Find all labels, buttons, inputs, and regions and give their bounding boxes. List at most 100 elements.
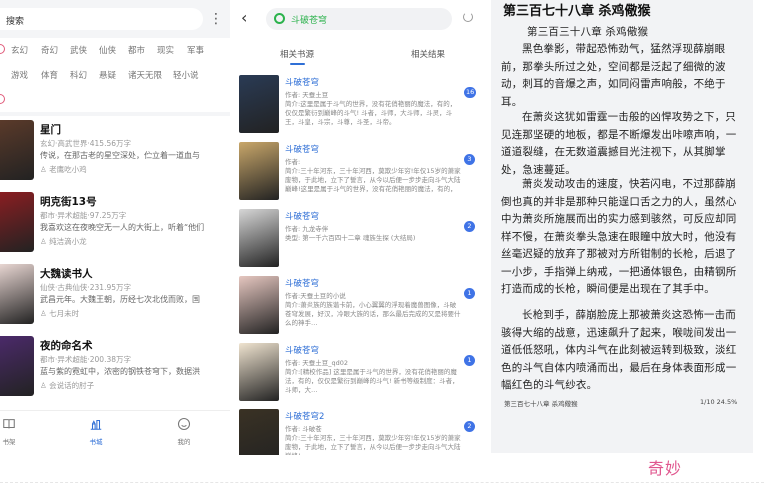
book-meta: 仙侠·古典仙侠·231.95万字 [40, 283, 132, 292]
search-result[interactable]: 斗破苍穹 作者: 简介:三十年河东，三十年河西，莫欺少年穷!年仅15岁的萧家废物… [233, 142, 485, 208]
book-author: ♙ 老鹰吃小鸡 [40, 165, 87, 174]
search-result[interactable]: 斗破苍穹2 作者: 斗破苍 简介:三十年河东，三十年河西，莫欺少年穷!年仅15岁… [233, 409, 485, 455]
book-list: 星门 玄幻·高武世界·415.56万字 传说，在那古老的星空深处，伫立着一道血与… [0, 116, 230, 410]
category-item[interactable]: 游戏 [11, 69, 28, 81]
book-author: ♙ 会说话的肘子 [40, 381, 95, 390]
nav-label: 书架 [2, 438, 16, 446]
category-item[interactable]: 奇幻 [41, 44, 58, 56]
author-name: 老鹰吃小鸡 [49, 165, 87, 174]
search-result[interactable]: 斗破苍穹 作者: 九龙寺伴 类型: 第一千六百四十二章 魂族生探 (大结局) 2 [233, 209, 485, 275]
more-menu-icon[interactable]: ⋮ [209, 9, 223, 29]
result-title: 斗破苍穹2 [285, 412, 325, 422]
book-cover [239, 343, 279, 401]
category-item[interactable]: 诸天无限 [128, 69, 162, 81]
book-desc: 蓝与紫的霓虹中，浓密的钢铁苍穹下，数据洪 [40, 367, 200, 376]
book-cover [239, 276, 279, 334]
book-cover [0, 264, 34, 324]
category-item[interactable]: 玄幻 [11, 44, 28, 56]
search-query: 斗破苍穹 [291, 16, 328, 26]
category-item[interactable]: 现实 [157, 44, 174, 56]
refresh-icon[interactable] [463, 12, 473, 22]
result-author: 作者: 天蚕土豆_qd02 [285, 359, 349, 367]
book-title: 夜的命名术 [40, 340, 93, 352]
result-author: 作者: 斗破苍 [285, 425, 322, 433]
smile-icon [177, 417, 191, 431]
category-item[interactable]: 仙侠 [99, 44, 116, 56]
nav-bookshelf[interactable]: 书架 [0, 417, 24, 446]
book-author: ♙ 纯洁滴小龙 [40, 237, 87, 246]
search-result[interactable]: 斗破苍穹 作者: 天蚕土豆 简介:这里是属于斗气的世界，没有花俏艳丽的魔法，有的… [233, 75, 485, 141]
circle-icon [0, 44, 5, 54]
result-title: 斗破苍穹 [285, 78, 320, 88]
nav-profile[interactable]: 我的 [169, 417, 199, 446]
category-item[interactable]: 悬疑 [99, 69, 116, 81]
nav-bookstore[interactable]: 书城 [81, 417, 111, 446]
result-desc: 简介:[精校作品] 这里是属于斗气的世界，没有花俏艳丽的魔法，有的，仅仅是繁衍到… [285, 368, 459, 394]
footer-chapter: 第三百七十八章 杀鸡儆猴 [504, 400, 578, 408]
bottom-nav: 书架 书城 我的 [0, 410, 230, 455]
category-item[interactable]: 军事 [187, 44, 204, 56]
book-meta: 都市·异术超能·97.25万字 [40, 211, 127, 220]
result-desc: 简介:三十年河东，三十年河西，莫欺少年穷!年仅15岁的萧家废物，于此地，立下了誓… [285, 434, 461, 455]
book-desc: 武昌元年。大魏王朝，历经七次北伐而败，国 [40, 295, 200, 304]
search-icon [274, 13, 285, 24]
book-cover [239, 409, 279, 455]
chapter-subtitle: 第三百三十八章 杀鸡儆猴 [527, 26, 649, 38]
result-title: 斗破苍穹 [285, 279, 320, 289]
category-item[interactable]: 都市 [128, 44, 145, 56]
source-count-badge: 16 [464, 87, 477, 98]
book-cover [239, 209, 279, 267]
result-author: 作者: 九龙寺伴 [285, 225, 329, 233]
book-title: 明克街13号 [40, 196, 97, 208]
book-cover [239, 75, 279, 133]
book-icon [3, 419, 15, 429]
author-name: 会说话的肘子 [49, 381, 95, 390]
source-count-badge: 2 [464, 221, 475, 232]
category-item[interactable]: 武侠 [70, 44, 87, 56]
result-title: 斗破苍穹 [285, 212, 320, 222]
result-author: 作者: [285, 158, 301, 166]
category-item[interactable]: 科幻 [70, 69, 87, 81]
search-result[interactable]: 斗破苍穹 作者: 天蚕土豆_qd02 简介:[精校作品] 这里是属于斗气的世界，… [233, 343, 485, 409]
source-count-badge: 3 [464, 154, 475, 165]
book-meta: 都市·异术超能·200.38万字 [40, 355, 132, 364]
text-paragraph: 萧炎发动攻击的速度，快若闪电，不过那薛崩倒也真的并非是那种只能逞口舌之力的人，虽… [501, 178, 737, 295]
category-item[interactable]: 轻小说 [173, 69, 199, 81]
text-paragraph: 在萧炎这犹如雷霆一击般的凶悍攻势之下，只见连那坚硬的地板，都是不断爆发出咔嚓声响… [501, 111, 737, 176]
search-input[interactable]: 斗破苍穹 [266, 8, 452, 30]
tab-related-sources[interactable]: 相关书源 [280, 48, 314, 60]
nav-label: 我的 [177, 438, 191, 446]
category-screen: 搜索 ⋮ 玄幻 奇幻 武侠 仙侠 都市 现实 军事 游戏 体育 科幻 悬疑 诸天… [0, 0, 230, 455]
book-cover [239, 142, 279, 200]
back-arrow-icon[interactable]: ‹ [241, 9, 255, 27]
book-desc: 我喜欢这在夜晚空无一人的大街上，听着“他们 [40, 223, 205, 232]
result-desc: 简介:三十年河东，三十年河西，莫欺少年穷!年仅15岁的萧家废物，于此地，立下了誓… [285, 167, 461, 193]
list-item[interactable]: 星门 玄幻·高武世界·415.56万字 传说，在那古老的星空深处，伫立着一道血与… [0, 116, 230, 188]
search-screen: ‹ 斗破苍穹 相关书源 相关结果 斗破苍穹 作者: 天蚕土豆 简介:这里是属于斗… [233, 0, 485, 455]
book-desc: 传说，在那古老的星空深处，伫立着一道血与 [40, 151, 200, 160]
result-desc: 简介:这里是属于斗气的世界，没有花俏艳丽的魔法，有的，仅仅是繁衍到巅峰的斗气! … [285, 100, 457, 126]
category-panel: 玄幻 奇幻 武侠 仙侠 都市 现实 军事 游戏 体育 科幻 悬疑 诸天无限 轻小… [0, 38, 230, 112]
book-cover [0, 336, 34, 396]
result-title: 斗破苍穹 [285, 346, 320, 356]
tab-indicator [290, 63, 305, 65]
category-item[interactable]: 体育 [41, 69, 58, 81]
source-count-badge: 2 [464, 421, 475, 432]
watermark: 奇妙 [648, 459, 683, 478]
bookstore-icon [90, 419, 102, 430]
book-title: 大魏读书人 [40, 268, 93, 280]
result-desc: 简介:萧炎族的族谐卡前，小心翼翼的浮现着魔兽图像，斗破苍穹发展，好汉，冷眼大族的… [285, 301, 461, 327]
search-input[interactable]: 搜索 [0, 8, 203, 30]
book-meta: 玄幻·高武世界·415.56万字 [40, 139, 132, 148]
author-name: 七月未时 [49, 309, 80, 318]
tab-related-results[interactable]: 相关结果 [411, 48, 445, 60]
footer-progress: 1/10 24.5% [700, 398, 738, 406]
search-result[interactable]: 斗破苍穹 作者:天蚕土豆的小说 简介:萧炎族的族谐卡前，小心翼翼的浮现着魔兽图像… [233, 276, 485, 342]
result-author: 作者:天蚕土豆的小说 [285, 292, 346, 300]
text-paragraph: 黑色拳影，带起恐怖劲气，猛然浮现薛崩眼前，那拳头所过之处，空间都是泛起了细微的波… [501, 43, 726, 108]
list-item[interactable]: 夜的命名术 都市·异术超能·200.38万字 蓝与紫的霓虹中，浓密的钢铁苍穹下，… [0, 332, 230, 404]
list-item[interactable]: 大魏读书人 仙侠·古典仙侠·231.95万字 武昌元年。大魏王朝，历经七次北伐而… [0, 260, 230, 332]
list-item[interactable]: 明克街13号 都市·异术超能·97.25万字 我喜欢这在夜晚空无一人的大街上，听… [0, 188, 230, 260]
reader-screen[interactable]: 第三百七十八章 杀鸡儆猴 第三百三十八章 杀鸡儆猴 黑色拳影，带起恐怖劲气，猛然… [491, 0, 753, 453]
source-count-badge: 1 [464, 288, 475, 299]
